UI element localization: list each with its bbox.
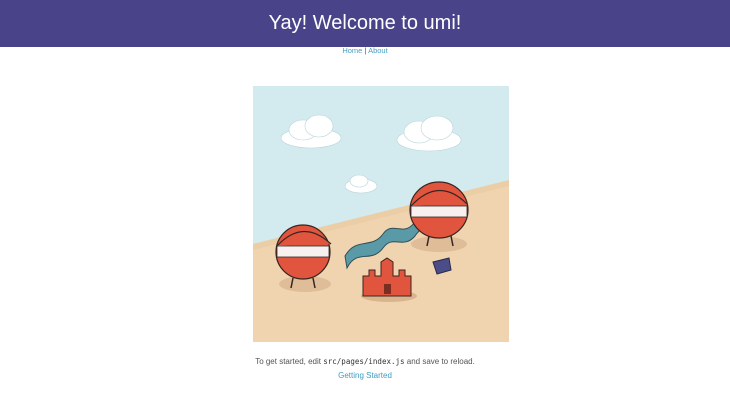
character-right <box>409 181 469 252</box>
beach-illustration <box>253 86 509 342</box>
page-title: Yay! Welcome to umi! <box>268 12 462 34</box>
character-left <box>275 224 332 292</box>
nav-home-link[interactable]: Home <box>342 46 362 55</box>
nav-separator: | <box>364 46 367 55</box>
nav-links: Home | About <box>0 46 730 55</box>
caption-prefix: To get started, edit <box>255 357 322 366</box>
getting-started-wrapper: Getting Started <box>0 371 730 380</box>
page-header: Yay! Welcome to umi! <box>0 0 730 47</box>
getting-started-link[interactable]: Getting Started <box>338 371 392 380</box>
caption-suffix: and save to reload. <box>406 357 475 366</box>
caption-code: src/pages/index.js <box>323 357 405 366</box>
instructions-text: To get started, edit src/pages/index.js … <box>0 357 730 366</box>
nav-about-link[interactable]: About <box>368 46 388 55</box>
